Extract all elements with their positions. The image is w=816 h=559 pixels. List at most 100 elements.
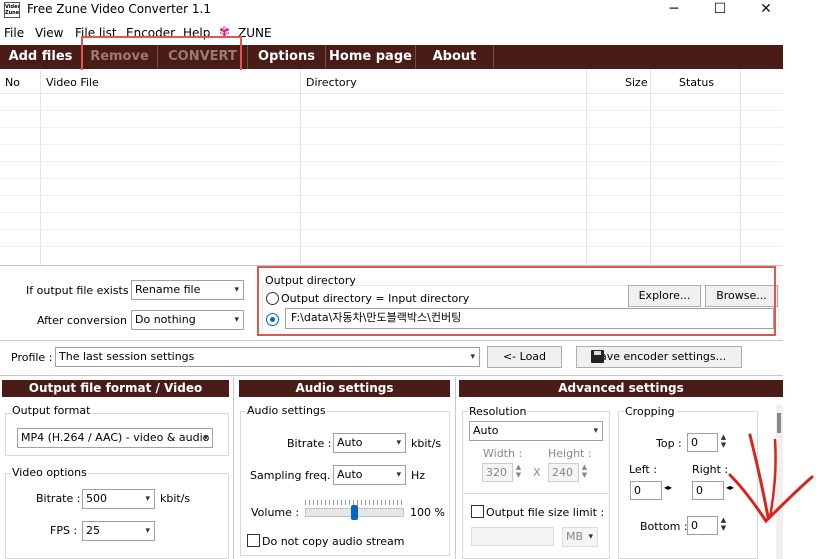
audio-bitrate-select[interactable]: Auto ▾ bbox=[333, 433, 406, 453]
after-conversion-value: Do nothing bbox=[135, 313, 196, 326]
list-row-line bbox=[0, 195, 783, 196]
window-title: Free Zune Video Converter 1.1 bbox=[27, 2, 212, 16]
minimize-button[interactable]: ─ bbox=[651, 0, 697, 20]
home-page-button[interactable]: Home page bbox=[326, 45, 416, 69]
maximize-button[interactable]: ☐ bbox=[697, 0, 743, 20]
cropping-label: Cropping bbox=[624, 405, 676, 418]
custom-dir-radio[interactable] bbox=[266, 313, 279, 326]
crop-left-label: Left : bbox=[629, 463, 657, 476]
volume-value: 100 % bbox=[410, 506, 445, 519]
list-row-line bbox=[0, 229, 783, 230]
height-label: Height : bbox=[548, 447, 592, 460]
height-input[interactable]: 240 bbox=[548, 463, 579, 482]
close-button[interactable]: ✕ bbox=[743, 0, 789, 20]
size-limit-group bbox=[462, 493, 610, 559]
list-row-line bbox=[0, 246, 783, 247]
fps-value: 25 bbox=[86, 524, 100, 537]
panel-divider bbox=[233, 377, 234, 559]
profile-label: Profile : bbox=[11, 351, 53, 364]
load-button[interactable]: <- Load bbox=[487, 346, 562, 368]
chevron-down-icon: ▾ bbox=[145, 494, 150, 504]
menu-file[interactable]: File bbox=[4, 26, 24, 40]
output-format-value: MP4 (H.264 / AAC) - video & audio bbox=[21, 431, 210, 444]
column-size[interactable]: Size bbox=[625, 76, 648, 89]
menu-view[interactable]: View bbox=[35, 26, 63, 40]
same-dir-radio[interactable] bbox=[266, 292, 279, 305]
after-conversion-label: After conversion : bbox=[37, 314, 135, 327]
chevron-down-icon: ▾ bbox=[234, 315, 239, 325]
fps-label: FPS : bbox=[50, 524, 78, 537]
save-encoder-label: Save encoder settings... bbox=[593, 350, 727, 363]
app-window: Video Zune Free Zune Video Converter 1.1 … bbox=[0, 0, 816, 559]
add-files-button[interactable]: Add files bbox=[0, 45, 82, 69]
width-input[interactable]: 320 bbox=[482, 463, 513, 482]
output-format-select[interactable]: MP4 (H.264 / AAC) - video & audio ▾ bbox=[17, 428, 213, 448]
size-unit-value: MB bbox=[566, 530, 584, 543]
video-bitrate-select[interactable]: 500 ▾ bbox=[82, 489, 155, 509]
column-divider bbox=[740, 70, 741, 265]
crop-bottom-input[interactable]: 0 bbox=[687, 516, 718, 535]
after-conversion-select[interactable]: Do nothing ▾ bbox=[131, 310, 244, 330]
height-spinner[interactable]: ▲ ▼ bbox=[580, 463, 589, 479]
chevron-down-icon: ▾ bbox=[396, 438, 401, 448]
chevron-down-icon: ▾ bbox=[470, 352, 475, 362]
volume-slider-thumb[interactable] bbox=[351, 505, 358, 520]
app-icon: Video Zune bbox=[4, 2, 20, 18]
if-exists-select[interactable]: Rename file ▾ bbox=[131, 280, 244, 300]
audio-bitrate-label: Bitrate : bbox=[287, 437, 332, 450]
output-directory-label: Output directory bbox=[265, 274, 356, 287]
chevron-down-icon: ▾ bbox=[145, 526, 150, 536]
column-divider bbox=[40, 70, 41, 265]
browse-button[interactable]: Browse... bbox=[705, 285, 778, 307]
advanced-panel-header: Advanced settings bbox=[459, 380, 783, 397]
floppy-disk-icon bbox=[591, 350, 604, 363]
profile-value: The last session settings bbox=[59, 350, 195, 363]
audio-panel-header: Audio settings bbox=[239, 380, 450, 397]
crop-left-input[interactable]: 0 bbox=[630, 481, 662, 500]
column-status[interactable]: Status bbox=[679, 76, 714, 89]
no-copy-audio-checkbox[interactable] bbox=[247, 534, 260, 547]
size-unit-select[interactable]: MB ▾ bbox=[562, 527, 598, 547]
sampling-freq-select[interactable]: Auto ▾ bbox=[333, 465, 406, 485]
chevron-down-icon: ▾ bbox=[396, 470, 401, 480]
column-video-file[interactable]: Video File bbox=[46, 76, 99, 89]
width-spinner[interactable]: ▲ ▼ bbox=[514, 463, 523, 479]
if-exists-label: If output file exists : bbox=[26, 284, 136, 297]
crop-left-spinner[interactable]: ◂▸ bbox=[664, 483, 680, 492]
output-directory-input[interactable]: F:\data\자동차\만도블랙박스\컨버팅 bbox=[285, 308, 774, 329]
file-list-header bbox=[0, 70, 783, 94]
list-row-line bbox=[0, 127, 783, 128]
profile-select[interactable]: The last session settings ▾ bbox=[55, 347, 480, 367]
menu-file-list[interactable]: File list bbox=[75, 26, 117, 40]
list-row-line bbox=[0, 212, 783, 213]
resolution-select[interactable]: Auto ▾ bbox=[469, 421, 603, 441]
resolution-label: Resolution bbox=[468, 405, 528, 418]
video-panel-header: Output file format / Video settings bbox=[2, 380, 229, 412]
fps-select[interactable]: 25 ▾ bbox=[82, 521, 155, 541]
menu-zune[interactable]: ZUNE bbox=[238, 26, 272, 40]
column-no[interactable]: No bbox=[5, 76, 20, 89]
sampling-freq-label: Sampling freq. : bbox=[250, 469, 338, 482]
menu-help[interactable]: Help bbox=[183, 26, 210, 40]
menu-encoder[interactable]: Encoder bbox=[126, 26, 175, 40]
options-button[interactable]: Options bbox=[248, 45, 326, 69]
divider bbox=[0, 340, 783, 341]
explore-button[interactable]: Explore... bbox=[628, 285, 701, 307]
divider bbox=[0, 265, 783, 266]
if-exists-value: Rename file bbox=[135, 283, 201, 296]
size-limit-checkbox[interactable] bbox=[471, 505, 484, 518]
about-button[interactable]: About bbox=[416, 45, 494, 69]
crop-bottom-label: Bottom : bbox=[640, 520, 688, 533]
remove-button[interactable]: Remove bbox=[82, 45, 158, 69]
column-directory[interactable]: Directory bbox=[306, 76, 357, 89]
list-row-line bbox=[0, 161, 783, 162]
audio-bitrate-unit: kbit/s bbox=[411, 437, 442, 450]
audio-settings-label: Audio settings bbox=[246, 404, 327, 417]
chevron-down-icon: ▾ bbox=[203, 433, 208, 443]
convert-button[interactable]: CONVERT bbox=[158, 45, 248, 69]
crop-top-input[interactable]: 0 bbox=[687, 433, 718, 452]
size-limit-input[interactable] bbox=[471, 527, 554, 546]
width-label: Width : bbox=[483, 447, 523, 460]
column-divider bbox=[300, 70, 301, 265]
panel-divider bbox=[455, 377, 456, 559]
